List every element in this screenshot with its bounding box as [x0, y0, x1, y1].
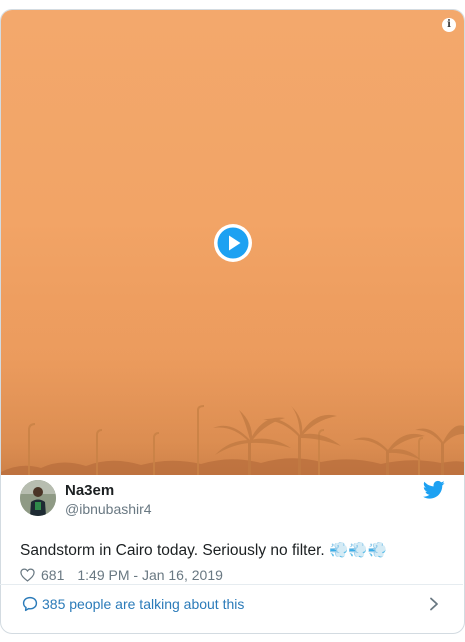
avatar-photo [20, 480, 56, 516]
tweet-text: Sandstorm in Cairo today. Seriously no f… [20, 542, 387, 559]
heart-icon[interactable] [20, 568, 35, 582]
like-count[interactable]: 681 [41, 567, 64, 583]
chevron-right-icon [430, 597, 438, 611]
author-display-name[interactable]: Na3em [65, 482, 114, 499]
tweet-meta: 681 1:49 PM - Jan 16, 2019 [20, 565, 223, 585]
speech-bubble-icon [22, 596, 38, 612]
video-thumbnail[interactable]: i [1, 10, 464, 475]
author-handle[interactable]: @ibnubashir4 [65, 501, 152, 517]
twitter-bird-icon[interactable] [423, 480, 445, 500]
avatar[interactable] [20, 480, 56, 516]
play-icon[interactable] [213, 223, 253, 263]
conversation-link[interactable]: 385 people are talking about this [0, 585, 463, 623]
tweet-timestamp[interactable]: 1:49 PM - Jan 16, 2019 [77, 567, 223, 583]
info-icon[interactable]: i [442, 18, 456, 32]
tweet-author-header: Na3em @ibnubashir4 [20, 480, 445, 520]
talking-about-label[interactable]: 385 people are talking about this [42, 596, 244, 612]
